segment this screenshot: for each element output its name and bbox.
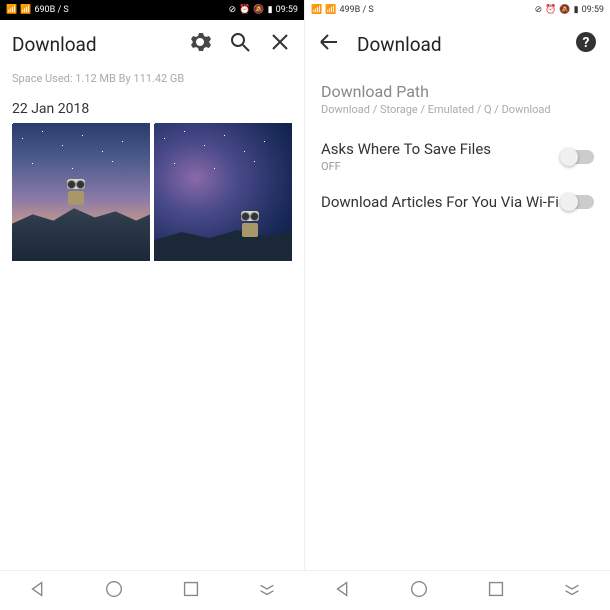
thumbnail-item[interactable] [154, 123, 292, 261]
download-path-title: Download Path [305, 68, 610, 103]
chevron-down-icon [561, 578, 583, 604]
nav-home-button[interactable] [408, 580, 430, 602]
thumbnail-item[interactable] [12, 123, 150, 261]
space-used-text: Space Used: 1.12 MB By 111.42 GB [0, 68, 304, 93]
wifi-download-setting[interactable]: Download Articles For You Via Wi-Fi [305, 183, 610, 221]
download-path-value[interactable]: Download / Storage / Emulated / Q / Down… [305, 103, 610, 130]
setting-label: Download Articles For You Via Wi-Fi [321, 193, 560, 211]
chevron-down-icon [256, 578, 278, 604]
circle-icon [103, 578, 125, 604]
net-speed: 690B / S [34, 5, 68, 15]
close-button[interactable] [268, 32, 292, 56]
navigation-bar [0, 570, 610, 610]
circle-icon [408, 578, 430, 604]
setting-sub: OFF [321, 160, 560, 173]
alarm-icon: ⏰ [545, 5, 556, 15]
svg-text:?: ? [583, 35, 590, 51]
search-button[interactable] [228, 32, 252, 56]
thumbnail-grid [0, 123, 304, 261]
arrow-left-icon [317, 30, 341, 58]
status-bar: 📶 📶 499B / S ⊘ ⏰ 🔕 ▮ 09:59 [305, 0, 610, 20]
mute-icon: 🔕 [559, 5, 570, 15]
nav-recent-button[interactable] [180, 580, 202, 602]
page-title: Download [12, 33, 172, 56]
help-icon: ? [574, 30, 598, 58]
search-icon [228, 30, 252, 58]
nav-back-button[interactable] [332, 580, 354, 602]
wifi-toggle[interactable] [560, 195, 594, 209]
close-icon [268, 30, 292, 58]
gear-icon [188, 30, 212, 58]
app-bar: Download ? [305, 20, 610, 68]
setting-label: Asks Where To Save Files [321, 140, 560, 158]
mute-icon: 🔕 [253, 5, 264, 15]
signal-icon: 📶 [6, 5, 17, 15]
back-button[interactable] [317, 32, 341, 56]
nav-back-button[interactable] [27, 580, 49, 602]
page-title: Download [357, 33, 558, 56]
net-speed: 499B / S [339, 5, 373, 15]
battery-icon: ▮ [268, 5, 273, 15]
dnd-icon: ⊘ [535, 5, 543, 15]
battery-icon: ▮ [574, 5, 579, 15]
alarm-icon: ⏰ [239, 5, 250, 15]
download-settings-screen: 📶 📶 499B / S ⊘ ⏰ 🔕 ▮ 09:59 Download ? Do… [305, 0, 610, 570]
help-button[interactable]: ? [574, 32, 598, 56]
square-icon [180, 578, 202, 604]
date-header: 22 Jan 2018 [0, 93, 304, 123]
nav-home-button[interactable] [103, 580, 125, 602]
settings-button[interactable] [188, 32, 212, 56]
triangle-left-icon [27, 578, 49, 604]
wifi-icon: 📶 [325, 5, 336, 15]
triangle-left-icon [332, 578, 354, 604]
clock: 09:59 [276, 5, 298, 15]
app-bar: Download [0, 20, 304, 68]
clock: 09:59 [582, 5, 604, 15]
square-icon [485, 578, 507, 604]
status-bar: 📶 📶 690B / S ⊘ ⏰ 🔕 ▮ 09:59 [0, 0, 304, 20]
ask-save-setting[interactable]: Asks Where To Save Files OFF [305, 130, 610, 183]
nav-menu-button[interactable] [256, 580, 278, 602]
wifi-icon: 📶 [20, 5, 31, 15]
nav-menu-button[interactable] [561, 580, 583, 602]
downloads-screen: 📶 📶 690B / S ⊘ ⏰ 🔕 ▮ 09:59 Download [0, 0, 305, 570]
dnd-icon: ⊘ [229, 5, 237, 15]
nav-recent-button[interactable] [485, 580, 507, 602]
signal-icon: 📶 [311, 5, 322, 15]
ask-save-toggle[interactable] [560, 150, 594, 164]
